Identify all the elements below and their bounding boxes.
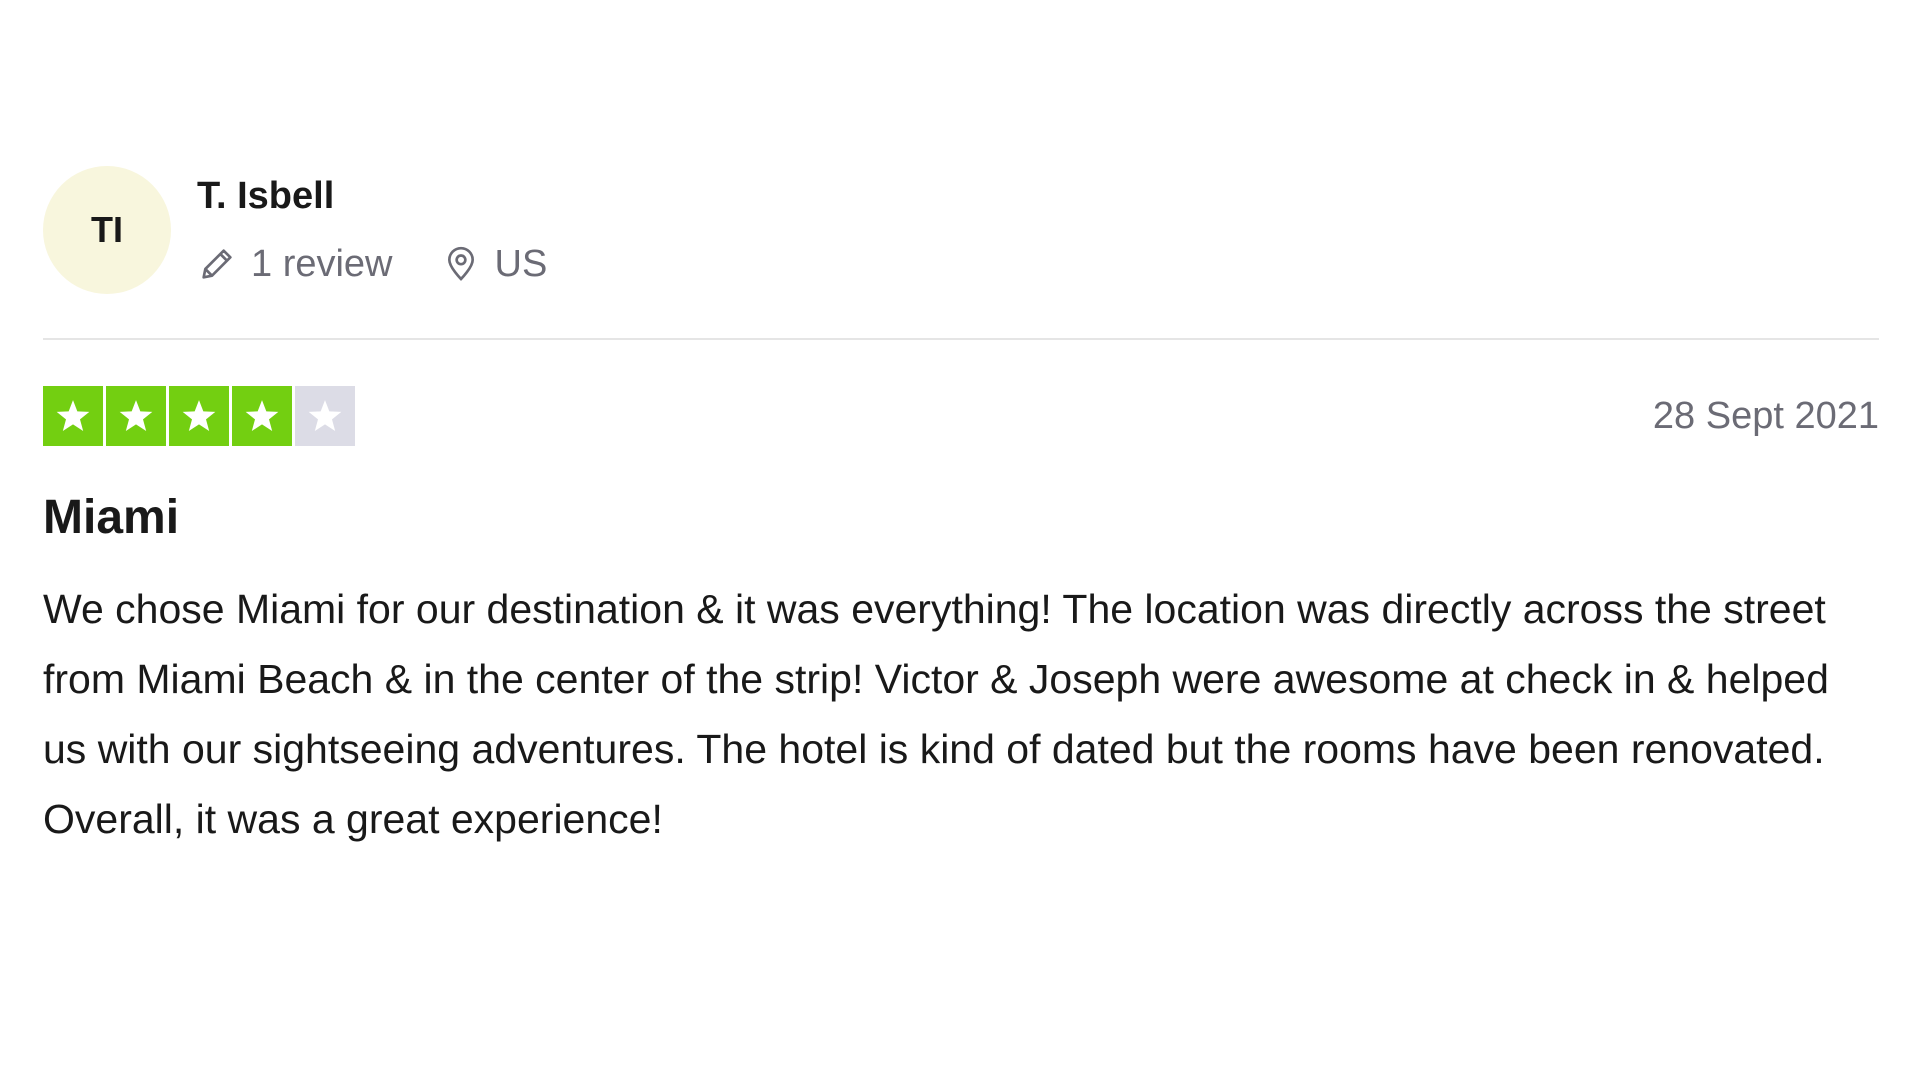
consumer-meta: 1 review US xyxy=(197,241,547,287)
star-icon xyxy=(56,400,90,431)
review-card: TI T. Isbell 1 review US 28 Sept 2021 Mi… xyxy=(43,166,1879,854)
consumer-name[interactable]: T. Isbell xyxy=(197,173,547,219)
star-icon xyxy=(245,400,279,431)
review-count: 1 review xyxy=(197,241,393,287)
star-filled xyxy=(106,386,166,446)
consumer-location: US xyxy=(441,241,548,287)
star-icon xyxy=(119,400,153,431)
review-count-label: 1 review xyxy=(251,243,393,285)
location-pin-icon xyxy=(447,246,474,281)
star-empty xyxy=(295,386,355,446)
star-filled xyxy=(232,386,292,446)
rating-row: 28 Sept 2021 xyxy=(43,386,1879,446)
avatar-initials: TI xyxy=(91,209,123,250)
country-label: US xyxy=(494,243,548,285)
divider xyxy=(43,338,1879,340)
star-icon xyxy=(182,400,216,431)
review-text: We chose Miami for our destination & it … xyxy=(43,586,1829,842)
consumer-info: T. Isbell 1 review US xyxy=(197,173,547,287)
consumer-header: TI T. Isbell 1 review US xyxy=(43,166,1879,294)
review-date: 28 Sept 2021 xyxy=(1652,394,1879,437)
star-rating xyxy=(43,386,355,446)
avatar[interactable]: TI xyxy=(43,166,171,294)
star-filled xyxy=(169,386,229,446)
pencil-icon xyxy=(202,249,232,279)
star-filled xyxy=(43,386,103,446)
star-icon xyxy=(308,400,342,431)
review-title[interactable]: Miami xyxy=(43,488,1879,548)
